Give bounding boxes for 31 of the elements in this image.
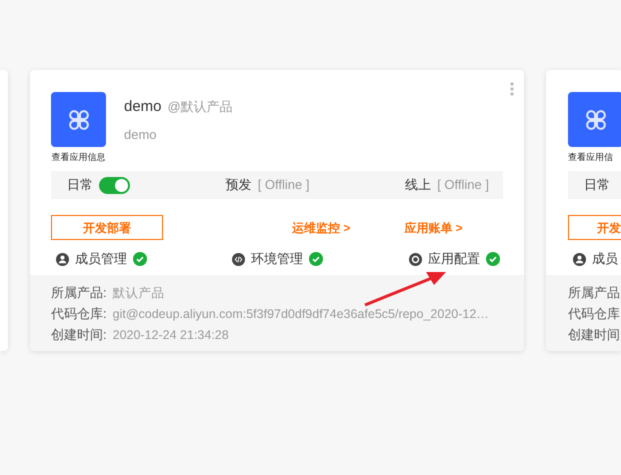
detail-value: 2020-12-24 21:34:28 xyxy=(112,327,229,344)
detail-label: 创建时间 xyxy=(568,326,621,344)
code-icon xyxy=(232,252,245,266)
feature-link[interactable]: 应用配置 xyxy=(428,249,480,269)
environment-label: 日常 xyxy=(584,176,610,194)
app-info-link[interactable]: 查看应用信息 xyxy=(52,151,106,163)
environment-status: [ Offline ] xyxy=(258,176,310,194)
environment-label: 日常 xyxy=(67,176,93,194)
environment-status: [ Offline ] xyxy=(437,176,489,194)
environment-label: 预发 xyxy=(226,176,252,194)
product-tag: @默认产品 xyxy=(168,97,233,116)
feature-link[interactable]: 环境管理 xyxy=(251,249,303,269)
app-logo[interactable] xyxy=(51,92,106,147)
user-icon xyxy=(56,252,69,266)
detail-label: 代码仓库: xyxy=(51,305,107,323)
detail-label: 创建时间: xyxy=(51,326,107,344)
detail-label: 代码仓库 xyxy=(568,305,621,323)
detail-label: 所属产品 xyxy=(568,284,621,302)
app-name: demo xyxy=(124,97,162,117)
detail-label: 所属产品: xyxy=(51,284,107,302)
environment-label: 线上 xyxy=(405,176,432,194)
feature-link[interactable]: 成员管理 xyxy=(75,249,127,269)
app-logo[interactable] xyxy=(568,92,621,147)
app-info-link[interactable]: 查看应用信 xyxy=(568,151,621,163)
user-icon xyxy=(573,252,586,266)
settings-icon xyxy=(409,252,422,266)
detail-value: git@codeup.aliyun.com:5f3f97d0df9df74e36afe5c5/repo_2020-12… xyxy=(112,306,489,323)
environment-toggle[interactable] xyxy=(99,176,130,194)
app-description: demo xyxy=(124,126,158,144)
feature-link[interactable]: 成员 xyxy=(592,249,618,269)
detail-value: 默认产品 xyxy=(112,285,165,302)
